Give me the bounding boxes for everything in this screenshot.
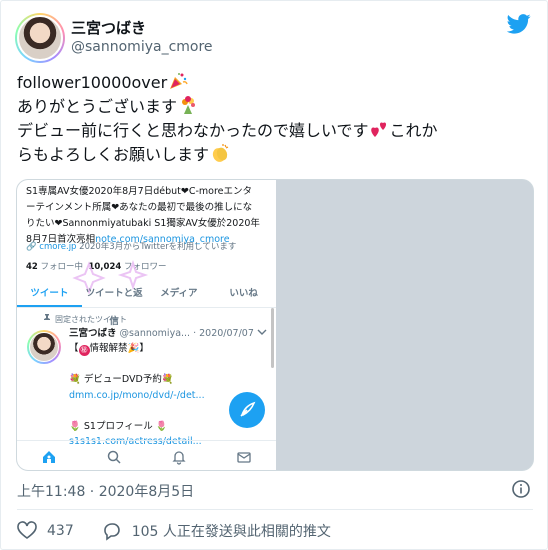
chevron-down-icon[interactable] — [257, 328, 267, 336]
following-count[interactable]: 42 — [26, 262, 38, 272]
profile-screenshot[interactable]: S1専属AV女優2020年8月7日début❤C-moreエンタ ーテインメント… — [17, 180, 276, 470]
related-tweets-link[interactable]: 105 人正在發送與此相關的推文 — [132, 521, 331, 541]
feather-icon — [240, 401, 256, 417]
tulip-icon: 🌷 — [155, 420, 168, 432]
bracket-close: 】 — [139, 343, 149, 354]
pinned-tweet-handle-date: @sannomiya... · 2020/07/07 — [119, 328, 254, 339]
link-icon: 🔗 — [26, 242, 37, 252]
mail-icon — [236, 451, 251, 463]
pinned-tweet-avatar[interactable] — [27, 330, 61, 364]
pinned-tweet-name[interactable]: 三宮つばき — [69, 328, 117, 339]
clapping-hands-icon — [212, 144, 229, 162]
tweet-line-4: らもよろしくお願いします — [17, 145, 210, 164]
secret-badge-icon: ㊙ — [78, 345, 90, 356]
bouquet-icon: 💐 — [69, 374, 81, 385]
announcement-text: 情報解禁 — [89, 343, 128, 354]
party-popper-icon — [170, 73, 188, 89]
bio-line-3: りたい❤Sannonmiyatubaki S1獨家AV女優於2020年 — [26, 218, 260, 229]
bouquet-icon — [182, 96, 196, 114]
divider — [17, 509, 533, 510]
bell-icon — [172, 450, 186, 465]
tweet-timestamp[interactable]: 上午11:48 · 2020年8月5日 — [17, 481, 194, 501]
compose-tweet-button[interactable] — [229, 392, 265, 428]
tweet-line-3: デビュー前に行くと思わなかったので嬉しいです — [17, 121, 369, 140]
reply-icon[interactable] — [102, 521, 122, 541]
nav-notifications[interactable] — [147, 441, 212, 470]
tweet-body: follower10000over ありがとうございます デビュー前に行くと思わ… — [17, 71, 533, 167]
tab-tweets-and-replies[interactable]: ツイートと返信 — [82, 280, 147, 327]
tulip-icon: 🌷 — [69, 420, 81, 432]
tweet-card: 三宮つばき @sannomiya_cmore follower10000over… — [0, 0, 548, 550]
s1-profile-text: S1プロフィール — [83, 420, 153, 432]
author-avatar[interactable] — [15, 13, 65, 63]
home-icon — [43, 450, 56, 463]
profile-meta: 🔗 cmore.jp 2020年3月からTwitterを利用しています — [26, 240, 236, 252]
nav-home[interactable] — [17, 441, 82, 470]
tweet-line-3-tail: これか — [389, 121, 438, 140]
bio-line-1: S1専属AV女優2020年8月7日début❤C-moreエンタ — [26, 186, 253, 197]
pinned-tweet-label: 固定されたツイート — [55, 315, 127, 324]
scrollbar[interactable] — [271, 308, 274, 368]
party-popper-icon: 🎉 — [127, 343, 140, 354]
nav-messages[interactable] — [211, 441, 276, 470]
tab-media[interactable]: メディア — [147, 280, 212, 307]
attached-screenshot[interactable]: S1専属AV女優2020年8月7日début❤C-moreエンタ ーテインメント… — [16, 179, 534, 471]
search-icon — [107, 450, 121, 464]
heart-icon[interactable] — [17, 521, 37, 541]
bio-line-2: ーテインメント所属❤あなたの最初で最後の推しにな — [26, 202, 253, 213]
author-display-name[interactable]: 三宮つばき — [71, 17, 146, 38]
dmm-link[interactable]: dmm.co.jp/mono/dvd/-/det... — [69, 390, 205, 401]
profile-bio: S1専属AV女優2020年8月7日début❤C-moreエンタ ーテインメント… — [26, 184, 272, 248]
two-hearts-icon — [370, 122, 386, 137]
tweet-actions: 437 105 人正在發送與此相關的推文 — [17, 519, 331, 543]
nav-search[interactable] — [82, 441, 147, 470]
tab-tweets[interactable]: ツイート — [17, 280, 82, 307]
tab-likes[interactable]: いいね — [211, 280, 276, 307]
bouquet-icon: 💐 — [161, 374, 174, 385]
twitter-bird-icon[interactable] — [507, 13, 531, 35]
profile-tabs: ツイート ツイートと返信 メディア いいね — [17, 280, 276, 327]
pinned-tweet-header: 三宮つばき @sannomiya... · 2020/07/07 — [69, 325, 254, 339]
tweet-line-2: ありがとうございます — [17, 97, 178, 116]
like-count[interactable]: 437 — [47, 523, 74, 539]
bracket-open: 【 — [69, 343, 79, 354]
bottom-nav — [17, 440, 276, 470]
author-handle[interactable]: @sannomiya_cmore — [71, 39, 213, 55]
join-date: 2020年3月からTwitterを利用しています — [79, 242, 237, 252]
pin-icon — [44, 314, 50, 323]
profile-website-link[interactable]: cmore.jp — [39, 242, 76, 252]
debut-dvd-text: デビューDVD予約 — [83, 374, 162, 385]
tweet-line-1: follower10000over — [17, 73, 168, 92]
info-icon[interactable] — [511, 479, 531, 499]
